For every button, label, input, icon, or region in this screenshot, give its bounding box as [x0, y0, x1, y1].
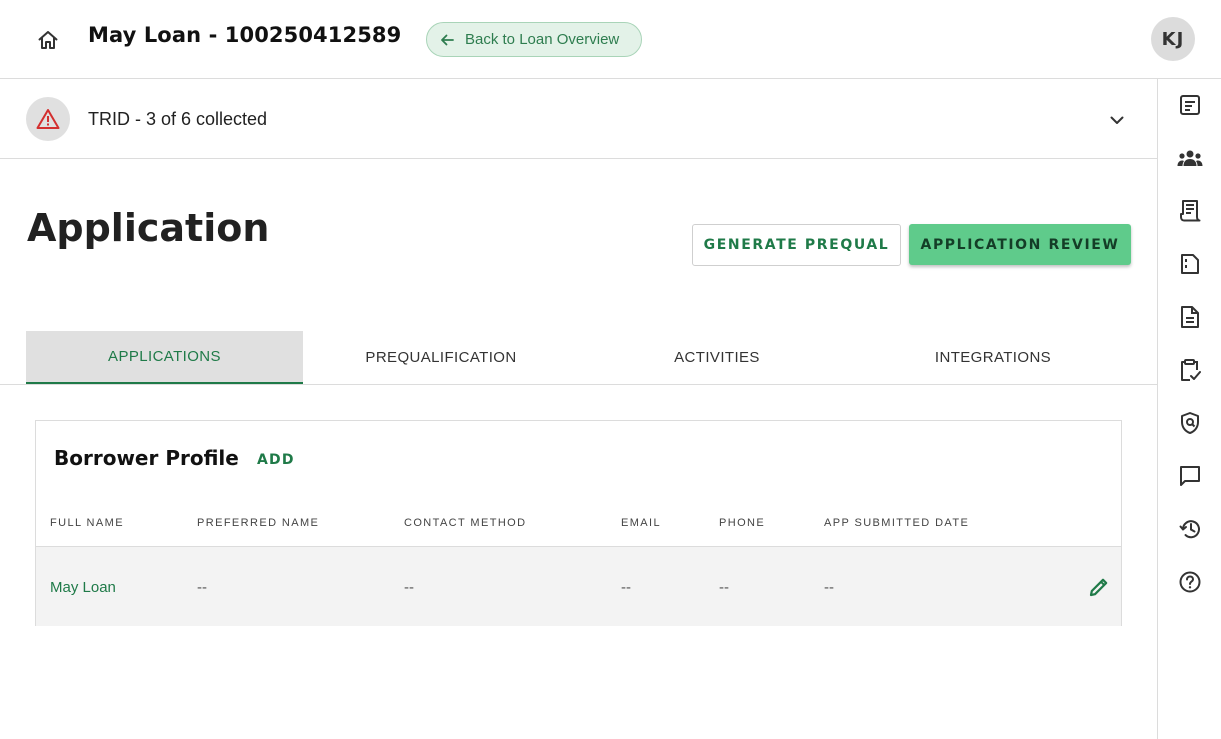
table-row: May Loan -- -- -- -- --: [36, 546, 1121, 626]
borrower-preferred-name: --: [197, 579, 207, 596]
top-bar: May Loan - 100250412589 Back to Loan Ove…: [0, 0, 1221, 79]
generate-prequal-button[interactable]: GENERATE PREQUAL: [692, 224, 901, 266]
summary-icon[interactable]: [1177, 92, 1203, 118]
borrower-contact-method: --: [404, 579, 414, 596]
column-header-contact-method: CONTACT METHOD: [404, 517, 527, 529]
user-avatar[interactable]: KJ: [1151, 17, 1195, 61]
back-to-loan-overview-button[interactable]: Back to Loan Overview: [426, 22, 642, 57]
page-title: Application: [27, 206, 270, 250]
security-icon[interactable]: [1177, 410, 1203, 436]
tab-activities[interactable]: ACTIVITIES: [579, 331, 855, 384]
trid-status-bar[interactable]: TRID - 3 of 6 collected: [0, 79, 1157, 159]
borrower-profile-title: Borrower Profile: [54, 446, 239, 470]
arrow-left-icon: [439, 32, 455, 48]
borrower-profile-card: Borrower Profile ADD FULL NAME PREFERRED…: [35, 420, 1122, 626]
chevron-down-icon[interactable]: [1106, 109, 1128, 131]
column-header-full-name: FULL NAME: [50, 517, 124, 529]
home-icon[interactable]: [33, 25, 63, 55]
borrower-email: --: [621, 579, 631, 596]
history-icon[interactable]: [1177, 516, 1203, 542]
column-header-email: EMAIL: [621, 517, 662, 529]
borrower-app-submitted-date: --: [824, 579, 834, 596]
loan-title: May Loan - 100250412589: [88, 23, 402, 47]
tab-bar: APPLICATIONS PREQUALIFICATION ACTIVITIES…: [0, 331, 1157, 385]
tab-integrations[interactable]: INTEGRATIONS: [855, 331, 1131, 384]
documents-icon[interactable]: [1177, 251, 1203, 277]
column-header-preferred-name: PREFERRED NAME: [197, 517, 320, 529]
borrower-phone: --: [719, 579, 729, 596]
borrower-full-name[interactable]: May Loan: [50, 579, 116, 596]
back-button-label: Back to Loan Overview: [465, 31, 620, 48]
column-header-phone: PHONE: [719, 517, 766, 529]
warning-triangle-icon: [26, 97, 70, 141]
add-borrower-button[interactable]: ADD: [257, 452, 295, 468]
chat-icon[interactable]: [1177, 463, 1203, 489]
edit-pencil-icon[interactable]: [1088, 576, 1110, 598]
receipt-icon[interactable]: [1177, 198, 1203, 224]
tab-prequalification[interactable]: PREQUALIFICATION: [303, 331, 579, 384]
right-sidebar: [1157, 79, 1221, 739]
people-icon[interactable]: [1177, 145, 1203, 171]
help-icon[interactable]: [1177, 569, 1203, 595]
file-icon[interactable]: [1177, 304, 1203, 330]
checklist-icon[interactable]: [1177, 357, 1203, 383]
trid-status-text: TRID - 3 of 6 collected: [88, 109, 268, 129]
tab-applications[interactable]: APPLICATIONS: [26, 331, 303, 384]
application-review-button[interactable]: APPLICATION REVIEW: [909, 224, 1131, 265]
column-header-app-submitted-date: APP SUBMITTED DATE: [824, 517, 970, 529]
